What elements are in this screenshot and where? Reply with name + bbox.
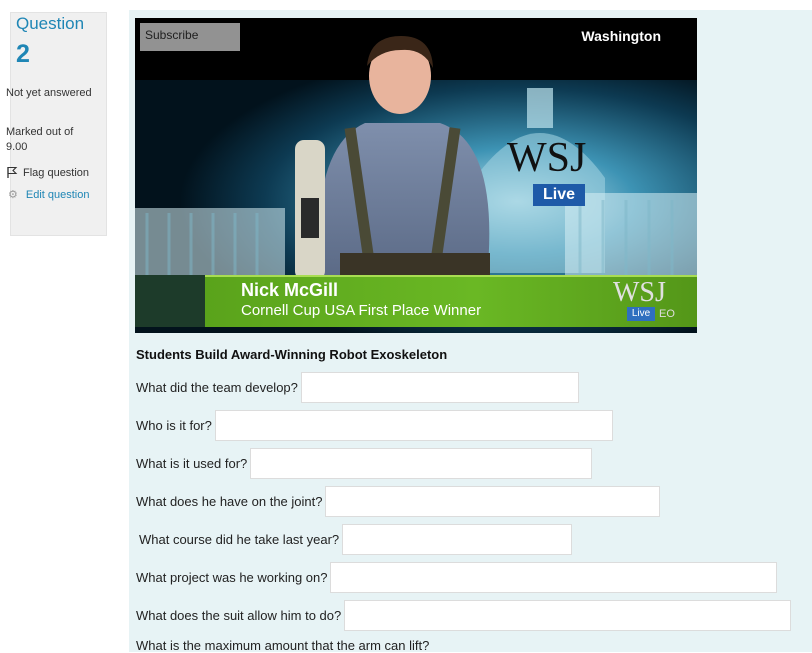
question-text: What does the suit allow him to do?	[136, 608, 342, 623]
corner-logo-badge2: EO	[659, 308, 675, 320]
question-row: What does the suit allow him to do?	[136, 600, 792, 631]
wsj-live-logo: WSJ Live	[503, 136, 593, 211]
corner-logo: WSJ Live EO	[613, 278, 695, 324]
answer-input[interactable]	[325, 486, 661, 517]
caption-subtitle: Cornell Cup USA First Place Winner	[241, 302, 482, 319]
subscribe-button[interactable]: Subscribe	[140, 23, 240, 51]
question-row: Who is it for?	[136, 410, 613, 441]
corner-logo-text: WSJ	[613, 277, 666, 308]
answer-input[interactable]	[344, 600, 792, 631]
question-text: What is the maximum amount that the arm …	[136, 638, 430, 653]
question-text: What did the team develop?	[136, 380, 298, 395]
question-row: What project was he working on?	[136, 562, 778, 593]
flag-question-label: Flag question	[23, 166, 90, 179]
question-row: What did the team develop?	[136, 372, 579, 403]
answer-input[interactable]	[250, 448, 593, 479]
question-row: What is the maximum amount that the arm …	[136, 638, 429, 653]
question-number: 2	[16, 40, 30, 68]
answer-input[interactable]	[330, 562, 778, 593]
answer-input[interactable]	[214, 410, 613, 441]
question-text: What course did he take last year?	[139, 532, 340, 547]
answer-input[interactable]	[342, 524, 573, 555]
question-text: Who is it for?	[136, 418, 212, 433]
corner-logo-badge: Live	[627, 307, 655, 321]
question-text: What does he have on the joint?	[136, 494, 323, 509]
caption-dark-strip	[135, 275, 205, 327]
video-location: Washington	[581, 28, 661, 44]
wsj-logo-text: WSJ	[507, 135, 587, 181]
wsj-live-badge: Live	[533, 184, 585, 206]
caption-name: Nick McGill	[241, 280, 339, 300]
question-row: What course did he take last year?	[139, 524, 573, 555]
flag-question-link[interactable]: Flag question	[6, 166, 89, 179]
flag-icon	[7, 166, 18, 178]
video-player[interactable]: Subscribe Washington WSJ Live Nick McGil…	[135, 18, 697, 333]
question-text: What project was he working on?	[136, 570, 328, 585]
question-text: What is it used for?	[136, 456, 248, 471]
edit-question-label: Edit question	[25, 189, 90, 201]
question-row: What is it used for?	[136, 448, 593, 479]
question-row: What does he have on the joint?	[136, 486, 661, 517]
edit-question-link[interactable]: ⚙ Edit question	[6, 188, 96, 203]
gear-icon: ⚙	[8, 189, 18, 201]
answer-input[interactable]	[300, 372, 579, 403]
question-state: Not yet answered	[6, 87, 92, 99]
question-label: Question	[16, 14, 85, 33]
question-grade: Marked out of 9.00	[6, 126, 74, 153]
article-title: Students Build Award-Winning Robot Exosk…	[136, 347, 448, 362]
